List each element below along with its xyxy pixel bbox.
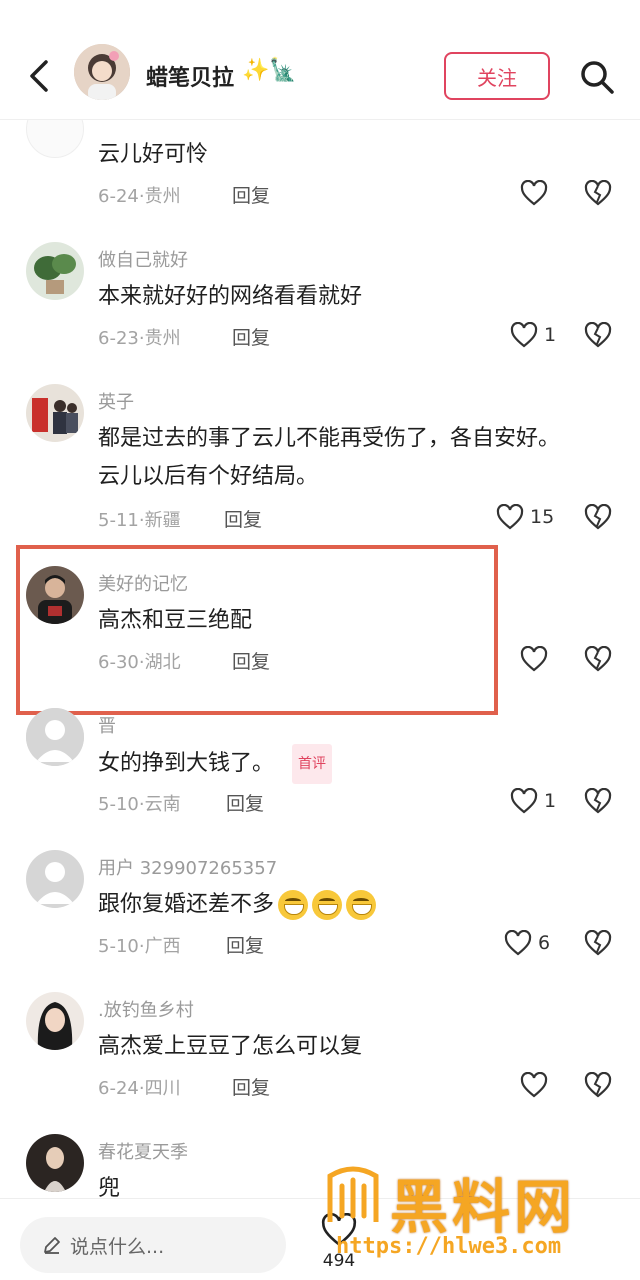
watermark-url: https://hlwe3.com bbox=[336, 1234, 562, 1259]
reply-button[interactable]: 回复 bbox=[232, 1073, 270, 1100]
back-icon[interactable] bbox=[22, 58, 58, 94]
commenter-name[interactable]: 做自己就好 bbox=[98, 246, 188, 272]
watermark: 黑料网 https://hlwe3.com bbox=[318, 1160, 638, 1276]
comment-region: 新疆 bbox=[144, 510, 181, 531]
commenter-name[interactable]: 用户 329907265357 bbox=[98, 854, 277, 880]
comment-text: 女的挣到大钱了。 首评 bbox=[98, 744, 618, 784]
watermark-logo-icon bbox=[327, 1166, 379, 1222]
commenter-avatar[interactable] bbox=[26, 1134, 84, 1192]
comment-text: 云儿好可怜 bbox=[98, 142, 209, 167]
like-count: 6 bbox=[538, 932, 551, 954]
comment-region: 广西 bbox=[144, 936, 181, 957]
search-icon[interactable] bbox=[578, 58, 616, 96]
heart-icon bbox=[504, 930, 532, 956]
default-avatar-icon bbox=[26, 708, 84, 766]
commenter-avatar[interactable] bbox=[26, 850, 84, 908]
like-button[interactable] bbox=[520, 646, 548, 672]
comment-region: 四川 bbox=[144, 1078, 181, 1099]
heart-icon bbox=[520, 646, 548, 672]
heart-icon bbox=[520, 180, 548, 206]
like-button[interactable]: 6 bbox=[504, 930, 550, 956]
comment-text-line: 都是过去的事了云儿不能再受伤了，各自安好。 bbox=[98, 426, 561, 451]
like-count: 15 bbox=[530, 506, 555, 528]
like-button[interactable]: 1 bbox=[510, 788, 556, 814]
comment-text: 本来就好好的网络看看就好 bbox=[98, 284, 363, 309]
comment-meta: 5-10·广西 bbox=[98, 936, 181, 957]
commenter-avatar[interactable] bbox=[26, 384, 84, 442]
first-comment-badge: 首评 bbox=[292, 744, 333, 784]
pencil-icon bbox=[44, 1237, 60, 1254]
comment-region: 贵州 bbox=[144, 186, 181, 207]
like-button[interactable]: 15 bbox=[496, 504, 554, 530]
comment-date: 6-24 bbox=[98, 186, 139, 207]
comment-date: 5-10 bbox=[98, 936, 139, 957]
comment-date: 5-11 bbox=[98, 510, 139, 531]
comment-text: 跟你复婚还差不多 bbox=[98, 886, 618, 924]
comment-text: 高杰爱上豆豆了怎么可以复 bbox=[98, 1034, 363, 1059]
author-avatar-illustration-icon bbox=[74, 44, 130, 100]
comment-meta: 6-24·四川 bbox=[98, 1078, 181, 1099]
broken-heart-icon[interactable] bbox=[584, 1072, 612, 1098]
like-button[interactable]: 1 bbox=[510, 322, 556, 348]
like-count: 1 bbox=[544, 324, 557, 346]
reply-button[interactable]: 回复 bbox=[232, 181, 270, 208]
heart-icon bbox=[496, 504, 524, 530]
highlight-box bbox=[16, 545, 498, 715]
comment-text-content: 跟你复婚还差不多 bbox=[98, 892, 275, 917]
comment-meta: 5-10·云南 bbox=[98, 794, 181, 815]
watermark-title: 黑料网 bbox=[390, 1173, 577, 1241]
comment-date: 6-24 bbox=[98, 1078, 139, 1099]
woman-photo-icon bbox=[26, 992, 84, 1050]
commenter-name[interactable]: 英子 bbox=[98, 388, 134, 414]
comment-text-content: 女的挣到大钱了。 bbox=[98, 751, 275, 776]
comment-input[interactable]: 说点什么... bbox=[20, 1217, 286, 1273]
comment-date: 5-10 bbox=[98, 794, 139, 815]
like-button[interactable] bbox=[520, 1072, 548, 1098]
reply-button[interactable]: 回复 bbox=[226, 931, 264, 958]
reply-button[interactable]: 回复 bbox=[232, 323, 270, 350]
group-photo-icon bbox=[26, 384, 84, 442]
author-name-emoji: ✨🗽 bbox=[242, 58, 297, 83]
commenter-avatar[interactable] bbox=[26, 708, 84, 766]
grin-emoji-icon bbox=[346, 890, 377, 920]
comment-text: 都是过去的事了云儿不能再受伤了，各自安好。 云儿以后有个好结局。 bbox=[98, 420, 618, 496]
comment-region: 贵州 bbox=[144, 328, 181, 349]
like-count: 1 bbox=[544, 790, 557, 812]
plant-photo-icon bbox=[26, 242, 84, 300]
broken-heart-icon[interactable] bbox=[584, 788, 612, 814]
reply-button[interactable]: 回复 bbox=[224, 505, 262, 532]
top-bar: 蜡笔贝拉 ✨🗽 关注 bbox=[0, 0, 640, 120]
comment-region: 云南 bbox=[144, 794, 181, 815]
commenter-avatar[interactable] bbox=[26, 992, 84, 1050]
grin-emoji-icon bbox=[278, 890, 309, 920]
heart-icon bbox=[520, 1072, 548, 1098]
comment-meta: 6-24·贵州 bbox=[98, 186, 181, 207]
woman-photo-icon bbox=[26, 1134, 84, 1192]
reply-button[interactable]: 回复 bbox=[226, 789, 264, 816]
broken-heart-icon[interactable] bbox=[584, 930, 612, 956]
grin-emoji-icon bbox=[312, 890, 343, 920]
heart-icon bbox=[510, 322, 538, 348]
broken-heart-icon[interactable] bbox=[584, 646, 612, 672]
comment-meta: 6-23·贵州 bbox=[98, 328, 181, 349]
commenter-avatar[interactable] bbox=[26, 242, 84, 300]
broken-heart-icon[interactable] bbox=[584, 180, 612, 206]
comment-date: 6-23 bbox=[98, 328, 139, 349]
author-avatar[interactable] bbox=[74, 44, 130, 100]
comment-text-line: 云儿以后有个好结局。 bbox=[98, 464, 319, 489]
heart-icon bbox=[510, 788, 538, 814]
comment-input-placeholder: 说点什么... bbox=[70, 1235, 165, 1258]
commenter-name[interactable]: 晋 bbox=[98, 712, 116, 738]
commenter-name[interactable]: 春花夏天季 bbox=[98, 1138, 188, 1164]
like-button[interactable] bbox=[520, 180, 548, 206]
follow-button[interactable]: 关注 bbox=[444, 52, 550, 100]
commenter-name[interactable]: .放钓鱼乡村 bbox=[98, 996, 194, 1022]
default-avatar-icon bbox=[26, 850, 84, 908]
broken-heart-icon[interactable] bbox=[584, 322, 612, 348]
broken-heart-icon[interactable] bbox=[584, 504, 612, 530]
comment-meta: 5-11·新疆 bbox=[98, 510, 181, 531]
author-name[interactable]: 蜡笔贝拉 bbox=[146, 60, 234, 92]
